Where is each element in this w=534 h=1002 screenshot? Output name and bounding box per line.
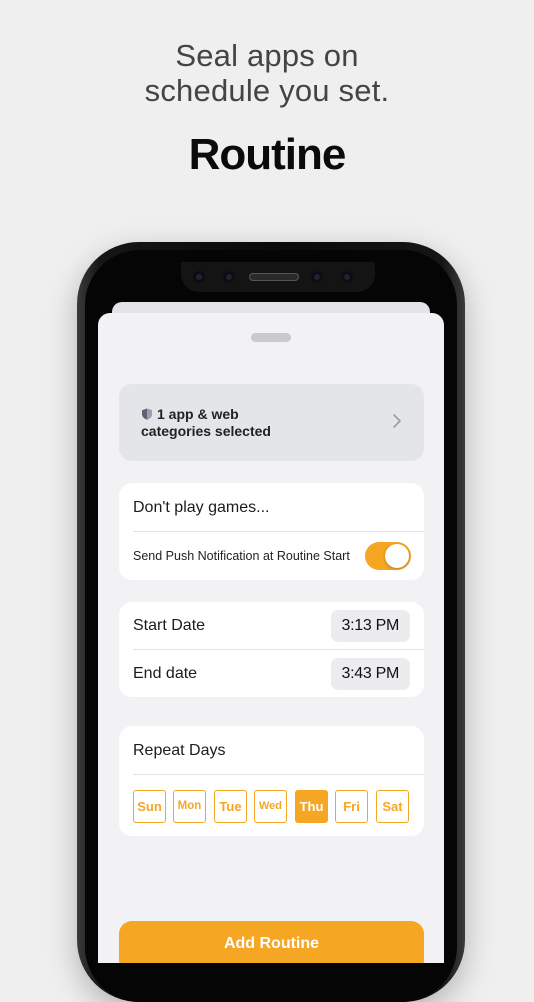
repeat-days-card: Repeat Days Sun Mon Tue Wed Thu Fri Sat [119, 726, 424, 836]
divider [133, 531, 424, 532]
repeat-days-label: Repeat Days [133, 742, 226, 759]
day-tue-button[interactable]: Tue [214, 790, 247, 823]
camera-icon [341, 271, 353, 283]
selected-apps-line-2: categories selected [141, 423, 271, 439]
day-selector: Sun Mon Tue Wed Thu Fri Sat [133, 790, 410, 824]
routine-settings-card: Don't play games... Send Push Notificati… [119, 483, 424, 580]
selected-apps-label: 1 app & web categories selected [141, 406, 271, 440]
schedule-card: Start Date 3:13 PM End date 3:43 PM [119, 602, 424, 697]
sheet-grabber[interactable] [251, 333, 291, 342]
phone-notch [181, 262, 375, 292]
day-wed-button[interactable]: Wed [254, 790, 287, 823]
headline: Seal apps on schedule you set. Routine [0, 38, 534, 180]
speaker-icon [249, 273, 299, 281]
day-sat-button[interactable]: Sat [376, 790, 409, 823]
sensor-icon [223, 271, 235, 283]
chevron-right-icon [393, 414, 401, 428]
day-mon-button[interactable]: Mon [173, 790, 206, 823]
toggle-knob [385, 544, 409, 568]
end-date-label: End date [133, 665, 198, 682]
divider [133, 774, 424, 775]
start-date-label: Start Date [133, 617, 206, 634]
sensor-icon [193, 271, 205, 283]
routine-name-field[interactable]: Don't play games... [133, 499, 269, 517]
day-sun-button[interactable]: Sun [133, 790, 166, 823]
end-time-picker[interactable]: 3:43 PM [330, 658, 410, 690]
shield-icon [142, 408, 152, 420]
camera-icon [311, 271, 323, 283]
add-routine-button[interactable]: Add Routine [119, 921, 424, 963]
day-fri-button[interactable]: Fri [335, 790, 368, 823]
headline-line-1: Seal apps on [175, 38, 359, 73]
push-notification-toggle[interactable] [365, 542, 411, 570]
divider [133, 649, 424, 650]
push-notification-label: Send Push Notification at Routine Start [133, 549, 350, 563]
selected-apps-row[interactable]: 1 app & web categories selected [119, 384, 424, 461]
start-time-picker[interactable]: 3:13 PM [330, 610, 410, 642]
selected-apps-line-1: 1 app & web [157, 406, 239, 422]
headline-title: Routine [188, 130, 347, 179]
day-thu-button[interactable]: Thu [295, 790, 328, 823]
headline-line-2: schedule you set. [144, 73, 390, 108]
routine-sheet: 1 app & web categories selected Don't pl… [98, 313, 444, 963]
